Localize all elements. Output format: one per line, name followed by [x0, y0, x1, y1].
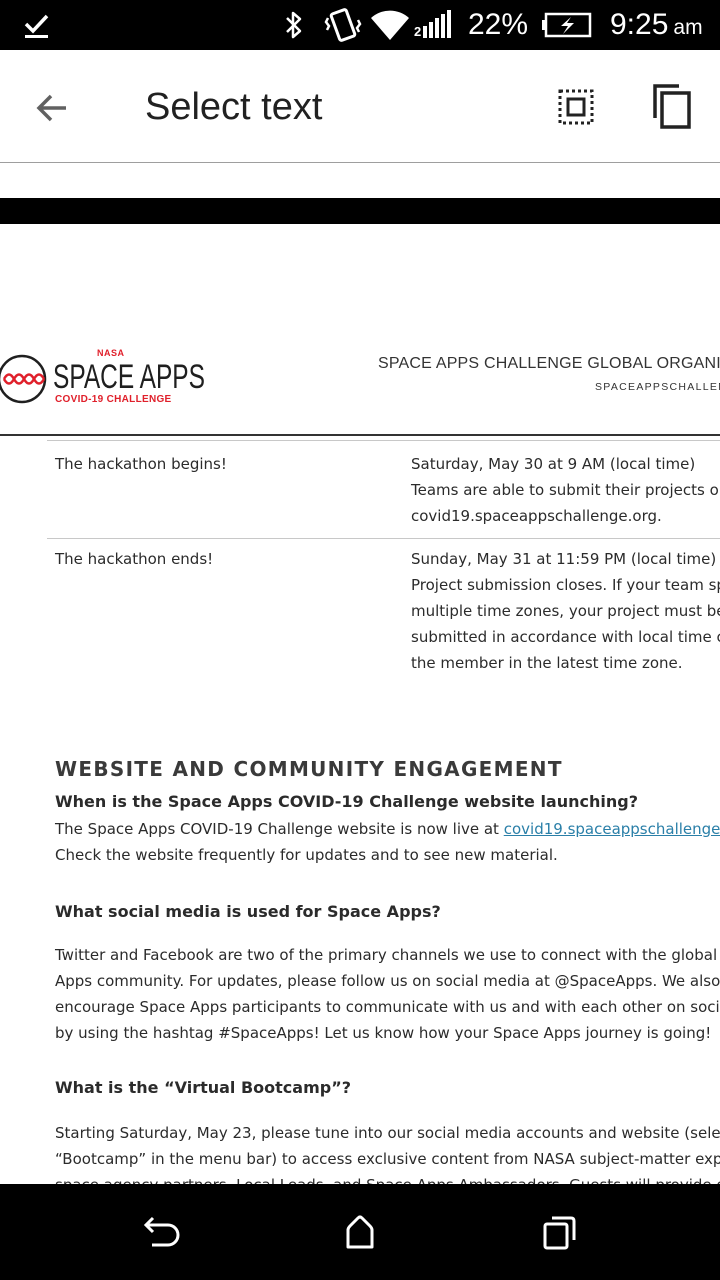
schedule-details: Saturday, May 30 at 9 AM (local time) Te…: [411, 451, 720, 529]
table-divider: [47, 440, 720, 441]
recents-nav-icon[interactable]: [540, 1212, 580, 1252]
navigation-bar: [0, 1184, 720, 1280]
select-all-icon[interactable]: [553, 84, 599, 130]
schedule-detail-line: submitted in accordance with local time …: [411, 628, 720, 646]
page-edge-divider: [0, 198, 720, 224]
faq-question: When is the Space Apps COVID-19 Challeng…: [55, 792, 638, 811]
clock-ampm: am: [673, 16, 703, 39]
answer-text: space agency partners, Local Leads, and …: [55, 1172, 720, 1184]
logo-emblem-icon: [0, 354, 47, 404]
battery-charging-icon: [541, 0, 593, 50]
schedule-event: The hackathon ends!: [55, 550, 214, 568]
table-divider: [47, 538, 720, 539]
vibrate-icon: [324, 0, 362, 50]
schedule-event: The hackathon begins!: [55, 455, 227, 473]
faq-answer: Starting Saturday, May 23, please tune i…: [55, 1120, 720, 1184]
faq-answer: Twitter and Facebook are two of the prim…: [55, 942, 720, 1046]
schedule-detail-line: multiple time zones, your project must b…: [411, 602, 720, 620]
section-heading: WEBSITE AND COMMUNITY ENGAGEMENT: [55, 757, 563, 781]
logo-agency: NASA: [97, 348, 125, 358]
website-link[interactable]: covid19.spaceappschallenge.o: [504, 820, 720, 838]
faq-question: What social media is used for Space Apps…: [55, 902, 441, 921]
answer-text: Starting Saturday, May 23, please tune i…: [55, 1124, 720, 1142]
answer-text: encourage Space Apps participants to com…: [55, 998, 720, 1016]
app-bar: Select text: [0, 50, 720, 163]
answer-text: “Bootcamp” in the menu bar) to access ex…: [55, 1150, 720, 1168]
faq-answer: The Space Apps COVID-19 Challenge websit…: [55, 816, 720, 868]
org-title: SPACE APPS CHALLENGE GLOBAL ORGANIZIN: [378, 355, 720, 372]
battery-percent: 22%: [468, 8, 529, 41]
signal-icon: 2: [414, 0, 458, 50]
back-arrow-icon[interactable]: [30, 86, 74, 130]
svg-text:2: 2: [414, 24, 421, 39]
bluetooth-icon: [282, 0, 306, 50]
schedule-detail-line: Teams are able to submit their projects …: [411, 481, 720, 499]
schedule-detail-line: Project submission closes. If your team …: [411, 576, 720, 594]
wifi-icon: [370, 0, 410, 50]
status-bar: 2 22% 9:25 am: [0, 0, 720, 50]
home-nav-icon[interactable]: [340, 1212, 380, 1252]
schedule-details: Sunday, May 31 at 11:59 PM (local time) …: [411, 546, 720, 676]
schedule-detail-line: the member in the latest time zone.: [411, 654, 683, 672]
answer-text: by using the hashtag #SpaceApps! Let us …: [55, 1024, 712, 1042]
clock-time: 9:25: [610, 8, 669, 41]
org-url: SPACEAPPSCHALLEN: [595, 381, 720, 393]
faq-question: What is the “Virtual Bootcamp”?: [55, 1078, 352, 1097]
schedule-detail-line: covid19.spaceappschallenge.org.: [411, 507, 662, 525]
answer-text: The Space Apps COVID-19 Challenge websit…: [55, 820, 504, 838]
copy-icon[interactable]: [646, 80, 696, 132]
answer-text: Check the website frequently for updates…: [55, 846, 558, 864]
answer-text: Apps community. For updates, please foll…: [55, 972, 720, 990]
schedule-detail-line: Sunday, May 31 at 11:59 PM (local time): [411, 550, 717, 568]
header-rule: [0, 434, 720, 436]
check-notification-icon: [22, 0, 52, 50]
answer-text: Twitter and Facebook are two of the prim…: [55, 946, 718, 964]
document-page[interactable]: NASA SPACE APPS COVID-19 CHALLENGE SPACE…: [0, 224, 720, 1184]
logo-subtitle: COVID-19 CHALLENGE: [55, 394, 172, 405]
space-apps-logo: NASA SPACE APPS COVID-19 CHALLENGE: [0, 348, 205, 408]
page-title: Select text: [145, 86, 323, 128]
logo-name: SPACE APPS: [53, 358, 205, 396]
schedule-detail-line: Saturday, May 30 at 9 AM (local time): [411, 455, 696, 473]
back-nav-icon[interactable]: [140, 1212, 180, 1252]
